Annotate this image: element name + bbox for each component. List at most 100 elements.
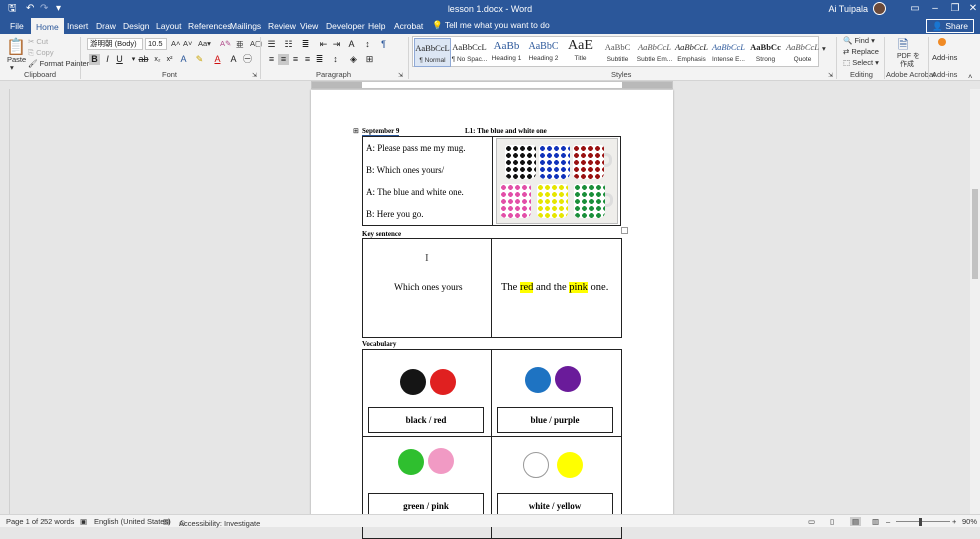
tab-mailings[interactable]: Mailings xyxy=(225,18,266,34)
styles-more-icon[interactable]: ▾ xyxy=(822,44,826,53)
tell-me-box[interactable]: 💡 Tell me what you want to do xyxy=(432,20,550,31)
justify-icon[interactable]: ≡ xyxy=(302,54,313,65)
subscript-button[interactable]: x₂ xyxy=(152,54,163,65)
page-count[interactable]: Page 1 of 2 xyxy=(6,517,44,526)
align-right-icon[interactable]: ≡ xyxy=(290,54,301,65)
add-ins-button[interactable]: Add-ins xyxy=(932,53,957,62)
sort-icon[interactable]: ↕ xyxy=(362,39,373,50)
table-resize-handle[interactable] xyxy=(621,227,628,234)
italic-button[interactable]: I xyxy=(102,54,113,65)
clear-formatting-icon[interactable]: A✎ xyxy=(220,39,231,48)
proofing-icon[interactable]: ▣ xyxy=(80,517,87,526)
zoom-level[interactable]: 90% xyxy=(962,517,977,526)
avatar[interactable] xyxy=(873,2,886,15)
bullets-icon[interactable]: ☰ xyxy=(266,39,277,50)
numbering-icon[interactable]: ☷ xyxy=(283,39,294,50)
multilevel-list-icon[interactable]: ≣ xyxy=(300,39,311,50)
style-no-spacing[interactable]: AaBbCcL ¶ No Spac... xyxy=(451,38,488,67)
phonetic-guide-icon[interactable]: 亜 xyxy=(236,39,244,50)
font-color-icon[interactable]: A xyxy=(212,54,223,65)
paragraph-dialog-launcher-icon[interactable]: ⇲ xyxy=(398,72,403,79)
line-spacing-icon[interactable]: ↕ xyxy=(330,54,341,65)
style-normal[interactable]: AaBbCcL ¶ Normal xyxy=(414,38,451,67)
select-button[interactable]: ⬚ Select ▾ xyxy=(843,58,879,67)
font-size-select[interactable]: 10.5 xyxy=(145,38,167,50)
share-button[interactable]: 👤 Share xyxy=(926,19,974,33)
style-subtle-emphasis[interactable]: AaBbCcL Subtle Em... xyxy=(636,38,673,67)
macro-icon[interactable]: ▤ xyxy=(163,517,170,526)
replace-button[interactable]: ⇄ Replace xyxy=(843,47,879,56)
horizontal-ruler[interactable] xyxy=(311,81,673,89)
text-effects-icon[interactable]: A xyxy=(178,54,189,65)
document-page[interactable]: ⊞ September 9 L1: The blue and white one… xyxy=(311,90,673,539)
align-left-icon[interactable]: ≡ xyxy=(266,54,277,65)
tab-layout[interactable]: Layout xyxy=(151,18,187,34)
font-dialog-launcher-icon[interactable]: ⇲ xyxy=(252,72,257,79)
zoom-slider-thumb[interactable] xyxy=(919,518,922,526)
align-center-icon[interactable]: ≡ xyxy=(278,54,289,65)
highlight-icon[interactable]: ✎ xyxy=(194,54,205,65)
styles-dialog-launcher-icon[interactable]: ⇲ xyxy=(828,72,833,79)
table-move-handle-icon[interactable]: ⊞ xyxy=(353,127,359,135)
tab-view[interactable]: View xyxy=(295,18,323,34)
style-subtitle[interactable]: AaBbC Subtitle xyxy=(599,38,636,67)
read-mode-icon[interactable]: ▯ xyxy=(830,517,834,526)
borders-icon[interactable]: ⊞ xyxy=(364,54,375,65)
find-button[interactable]: 🔍 Find ▾ xyxy=(843,36,875,45)
tab-file[interactable]: File xyxy=(5,18,29,34)
shading-icon[interactable]: ◈ xyxy=(348,54,359,65)
vertical-scrollbar[interactable] xyxy=(970,89,980,514)
style-emphasis[interactable]: AaBbCcL Emphasis xyxy=(673,38,710,67)
ribbon-display-icon[interactable]: ▭ xyxy=(904,3,926,14)
style-strong[interactable]: AaBbCc Strong xyxy=(747,38,784,67)
style-heading-2[interactable]: AaBbC Heading 2 xyxy=(525,38,562,67)
web-layout-icon[interactable]: ▥ xyxy=(872,517,879,526)
distributed-icon[interactable]: ≣ xyxy=(314,54,325,65)
user-name[interactable]: Ai Tuipala xyxy=(828,4,868,14)
mugs-photo[interactable] xyxy=(496,138,618,224)
tab-home[interactable]: Home xyxy=(31,18,64,34)
style-intense-emphasis[interactable]: AaBbCcL Intense E... xyxy=(710,38,747,67)
change-case-icon[interactable]: Aa▾ xyxy=(198,39,211,48)
paste-dropdown-icon[interactable]: ▾ xyxy=(10,63,14,72)
vertical-ruler[interactable] xyxy=(0,89,10,514)
font-name-select[interactable]: 游明朝 (Body) xyxy=(87,38,143,50)
tab-insert[interactable]: Insert xyxy=(62,18,93,34)
increase-indent-icon[interactable]: ⇥ xyxy=(331,39,342,50)
scrollbar-thumb[interactable] xyxy=(972,189,978,279)
vocab-label: blue / purple xyxy=(497,407,613,433)
word-count[interactable]: 52 words xyxy=(44,517,74,526)
zoom-slider[interactable] xyxy=(896,521,950,522)
style-heading-1[interactable]: AaBb Heading 1 xyxy=(488,38,525,67)
collapse-ribbon-icon[interactable]: ˄ xyxy=(968,72,972,81)
strikethrough-button[interactable]: ab xyxy=(138,54,149,65)
create-pdf-button-line2[interactable]: 作成 xyxy=(900,59,914,69)
tab-help[interactable]: Help xyxy=(363,18,390,34)
decrease-indent-icon[interactable]: ⇤ xyxy=(318,39,329,50)
shrink-font-icon[interactable]: A˅ xyxy=(183,39,192,48)
paste-icon[interactable]: 📋 xyxy=(6,37,26,57)
superscript-button[interactable]: x² xyxy=(164,54,175,65)
tab-draw[interactable]: Draw xyxy=(91,18,121,34)
tab-acrobat[interactable]: Acrobat xyxy=(389,18,428,34)
zoom-in-icon[interactable]: + xyxy=(952,517,956,526)
language-indicator[interactable]: English (United States) xyxy=(94,517,171,526)
enclose-characters-icon[interactable]: ㊀ xyxy=(242,54,253,65)
show-marks-icon[interactable]: ¶ xyxy=(378,39,389,50)
zoom-out-icon[interactable]: – xyxy=(886,517,890,526)
print-layout-icon[interactable]: ▤ xyxy=(850,517,862,526)
grow-font-icon[interactable]: A˄ xyxy=(171,39,180,48)
focus-icon[interactable]: ▭ xyxy=(808,517,815,526)
minimize-icon[interactable]: – xyxy=(924,3,946,14)
style-quote[interactable]: AaBbCcL Quote xyxy=(784,38,821,67)
add-ins-icon[interactable] xyxy=(938,38,946,46)
bold-button[interactable]: B xyxy=(89,54,100,65)
style-title[interactable]: AaE Title xyxy=(562,38,599,67)
asian-layout-icon[interactable]: A xyxy=(346,39,357,50)
character-shading-icon[interactable]: A xyxy=(228,54,239,65)
copy-button[interactable]: ⎘ Copy xyxy=(28,48,54,58)
tab-design[interactable]: Design xyxy=(118,18,154,34)
underline-button[interactable]: U xyxy=(114,54,125,65)
cut-button[interactable]: ✂ Cut xyxy=(28,37,48,46)
close-icon[interactable]: ✕ xyxy=(962,3,980,14)
